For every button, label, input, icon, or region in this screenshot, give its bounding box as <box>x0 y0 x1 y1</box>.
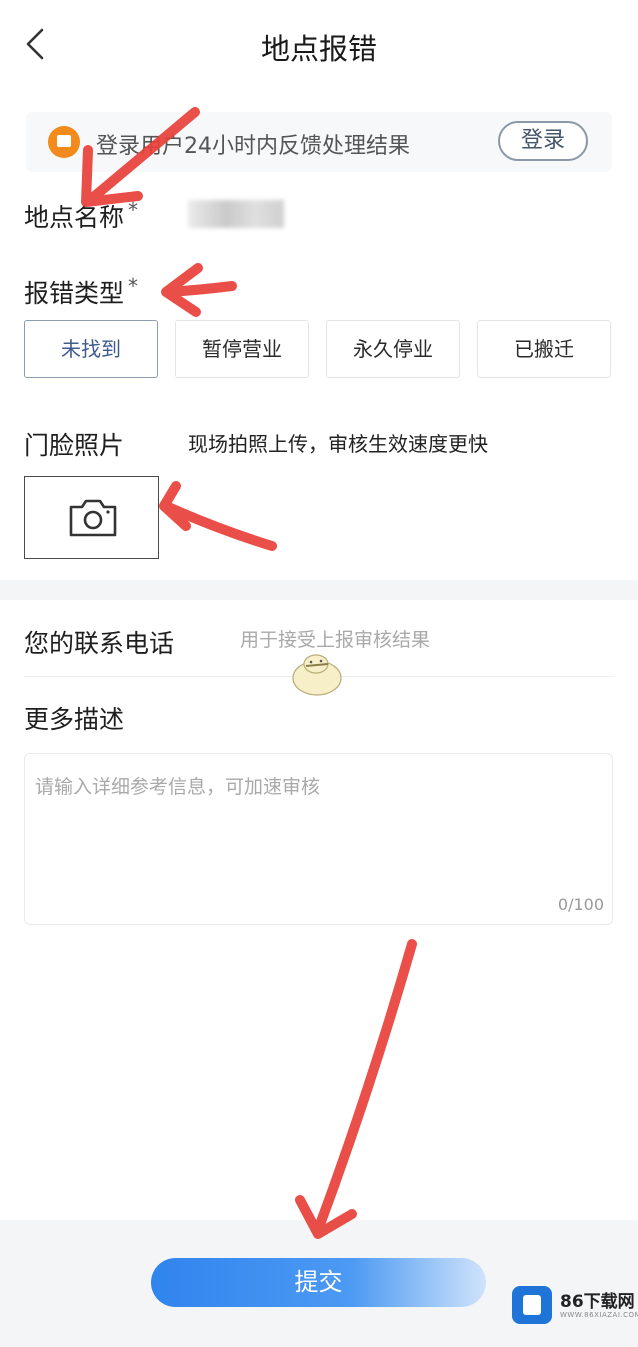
submit-button[interactable]: 提交 <box>151 1258 486 1307</box>
storefront-photo-hint: 现场拍照上传，审核生效速度更快 <box>188 432 488 456</box>
report-type-option-temporarily-closed[interactable]: 暂停营业 <box>175 320 309 378</box>
contact-phone-label: 您的联系电话 <box>24 629 175 658</box>
place-name-label-text: 地点名称 <box>24 203 125 232</box>
page-title: 地点报错 <box>260 32 377 66</box>
camera-icon <box>69 499 117 537</box>
required-mark: * <box>128 198 139 222</box>
description-box: 0/100 <box>24 753 613 925</box>
megaphone-icon <box>48 126 80 158</box>
watermark-subtitle: WWW.86XIAZAI.COM <box>560 1311 638 1319</box>
top-bar: 地点报错 <box>0 0 638 88</box>
report-type-label: 报错类型 * <box>24 274 138 310</box>
box-logo-icon <box>512 1286 552 1324</box>
mascot-sticker-icon <box>292 654 342 696</box>
report-type-option-not-found[interactable]: 未找到 <box>24 320 158 378</box>
photo-upload-button[interactable] <box>24 476 159 559</box>
watermark-title: 86下载网 <box>560 1292 635 1312</box>
login-button[interactable]: 登录 <box>498 121 588 161</box>
report-type-label-text: 报错类型 <box>24 279 125 308</box>
more-description-label: 更多描述 <box>24 705 125 734</box>
storefront-photo-label: 门脸照片 <box>24 431 125 460</box>
report-type-option-relocated[interactable]: 已搬迁 <box>477 320 611 378</box>
description-textarea[interactable] <box>35 772 603 882</box>
place-name-label: 地点名称 * <box>24 198 138 234</box>
site-watermark: 86下载网 WWW.86XIAZAI.COM <box>512 1284 638 1328</box>
report-type-option-permanently-closed[interactable]: 永久停业 <box>326 320 460 378</box>
login-notice-banner: 登录用户24小时内反馈处理结果 登录 <box>26 112 612 172</box>
place-name-value-redacted <box>188 200 284 228</box>
notice-text: 登录用户24小时内反馈处理结果 <box>96 134 410 159</box>
character-counter: 0/100 <box>557 895 604 914</box>
required-mark: * <box>128 274 139 298</box>
